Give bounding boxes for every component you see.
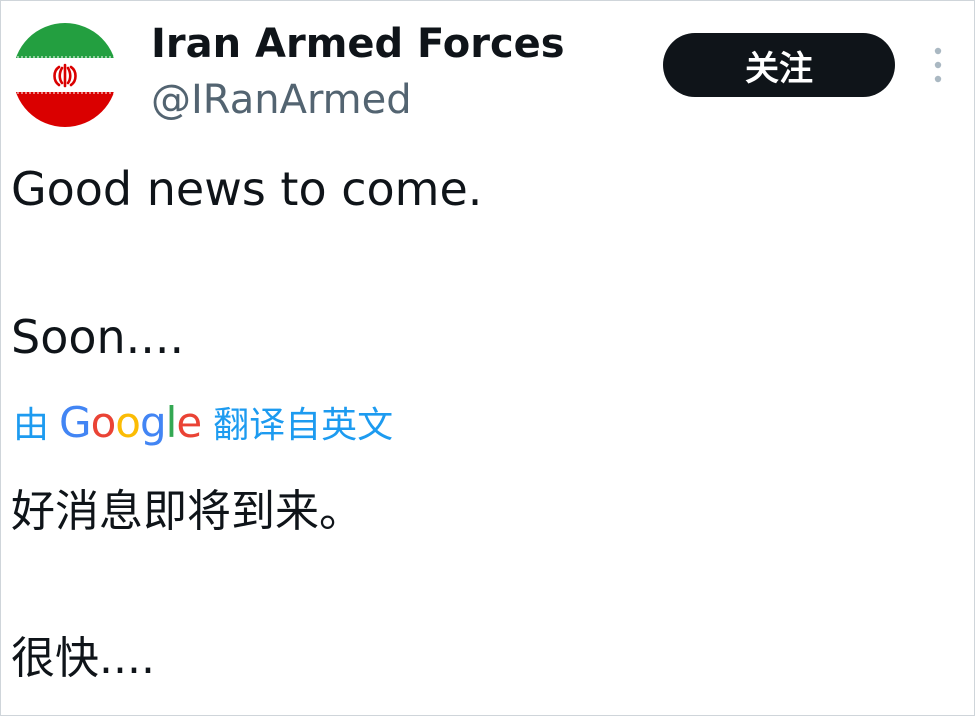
tweet-text-line-1: Good news to come.	[11, 162, 483, 216]
google-logo-letter: o	[90, 397, 117, 447]
google-logo-letter: l	[165, 397, 178, 447]
author-handle[interactable]: @IRanArmed	[151, 73, 412, 127]
follow-button[interactable]: 关注	[663, 33, 895, 97]
google-logo-letter: o	[115, 397, 141, 447]
translated-text-line-2: 很快....	[11, 633, 155, 684]
author-name[interactable]: Iran Armed Forces	[151, 17, 565, 71]
google-logo: Google	[59, 397, 202, 447]
google-logo-letter: e	[176, 397, 202, 447]
tweet-text-line-2: Soon....	[11, 310, 185, 364]
tweet-card: Iran Armed Forces @IRanArmed 关注 Good new…	[0, 0, 975, 716]
translation-suffix: 翻译自英文	[213, 405, 394, 446]
avatar[interactable]	[13, 23, 117, 127]
iran-flag-icon	[13, 23, 117, 127]
google-logo-letter: g	[139, 397, 167, 447]
more-vertical-icon[interactable]	[927, 45, 949, 85]
translated-text-line-1: 好消息即将到来。	[11, 486, 363, 537]
translation-attribution-link[interactable]: 由 Google 翻译自英文	[13, 395, 393, 449]
google-logo-letter: G	[59, 397, 92, 447]
translation-prefix: 由	[13, 405, 50, 446]
